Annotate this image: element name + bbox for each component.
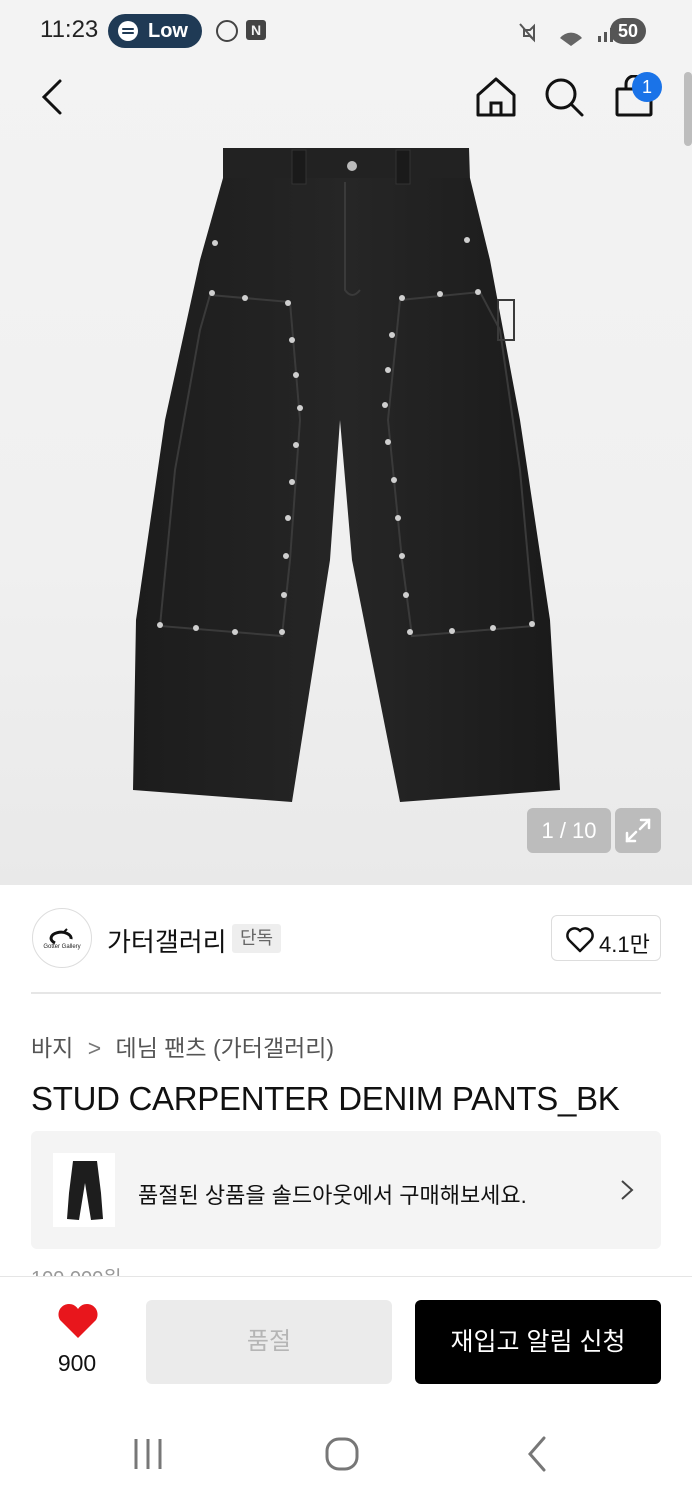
pants-thumbnail-image xyxy=(67,1161,103,1220)
brand-name[interactable]: 가터갤러리 xyxy=(107,922,227,959)
expand-icon xyxy=(625,818,651,843)
spotify-label: Low xyxy=(148,20,188,42)
brand-logo-mark xyxy=(49,928,73,945)
soldout-button: 품절 xyxy=(146,1300,392,1384)
breadcrumb-subcategory[interactable]: 데님 팬츠 (가터갤러리) xyxy=(116,1035,335,1061)
spotify-indicator: Low xyxy=(108,14,202,48)
recent-apps-icon[interactable] xyxy=(118,1424,178,1484)
image-counter: 1 / 10 xyxy=(527,808,611,853)
product-image xyxy=(133,148,560,802)
status-bar: 11:23 Low N 50 xyxy=(0,0,692,62)
chevron-left-icon[interactable] xyxy=(32,75,76,119)
wishlist-count: 900 xyxy=(57,1350,97,1376)
back-icon[interactable] xyxy=(506,1424,566,1484)
price-text: 109,000원 xyxy=(31,1266,122,1276)
breadcrumb: 바지 > 데님 팬츠 (가터갤러리) xyxy=(31,1029,334,1063)
brand-logo-text: Gotter Gallery xyxy=(43,944,81,950)
product-title: STUD CARPENTER DENIM PANTS_BK xyxy=(31,1080,620,1117)
expand-button[interactable] xyxy=(615,808,661,853)
scrollbar[interactable] xyxy=(684,72,692,146)
system-nav-bar xyxy=(0,1398,692,1500)
chevron-right-icon: > xyxy=(87,1035,102,1061)
exclusive-tag: 단독 xyxy=(232,924,282,953)
price-partial: 109,000원 xyxy=(31,1266,122,1276)
status-time: 11:23 xyxy=(40,16,99,43)
heart-outline-icon xyxy=(566,927,594,953)
divider xyxy=(31,992,661,994)
brand-like-count: 4.1만 xyxy=(599,932,650,957)
home-circle-icon[interactable] xyxy=(312,1424,372,1484)
soldout-banner-text: 품절된 상품을 솔드아웃에서 구매해보세요. xyxy=(138,1183,527,1208)
brand-like-button[interactable]: 4.1만 xyxy=(551,915,661,961)
brand-logo[interactable] xyxy=(32,908,92,968)
power-icon xyxy=(216,20,238,42)
spotify-icon xyxy=(118,21,138,41)
search-icon[interactable] xyxy=(542,75,586,119)
chevron-right-icon xyxy=(621,1180,634,1200)
battery-indicator: 50 xyxy=(610,18,646,44)
restock-alert-button[interactable]: 재입고 알림 신청 xyxy=(415,1300,661,1384)
cart-count-badge: 1 xyxy=(632,72,662,102)
n-app-icon: N xyxy=(246,20,266,40)
soldout-thumbnail xyxy=(53,1153,115,1227)
product-image-gallery[interactable] xyxy=(0,62,692,885)
breadcrumb-category[interactable]: 바지 xyxy=(31,1035,73,1061)
home-icon[interactable] xyxy=(474,75,518,119)
soldout-banner[interactable]: 품절된 상품을 솔드아웃에서 구매해보세요. xyxy=(31,1131,661,1249)
